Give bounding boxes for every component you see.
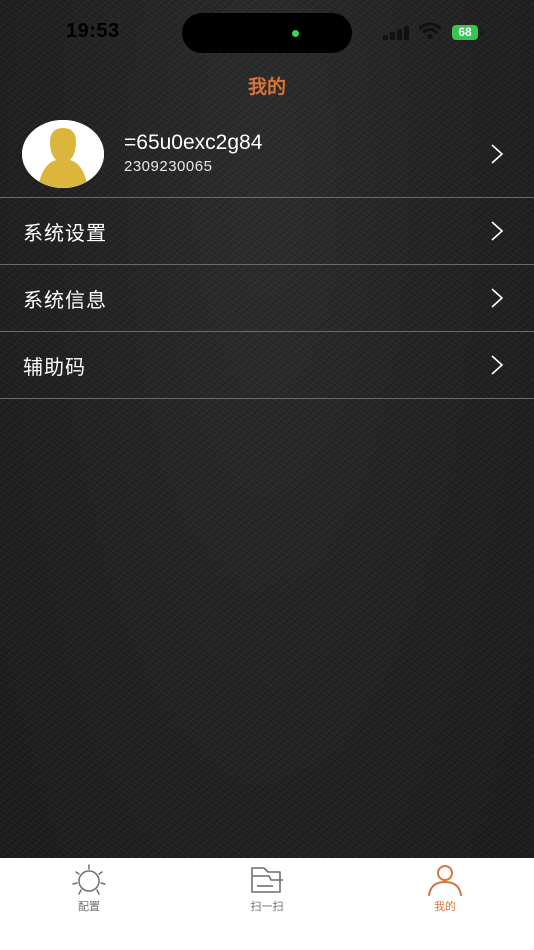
camera-indicator-dot (292, 30, 299, 37)
avatar (22, 120, 104, 188)
scan-icon (251, 867, 283, 893)
person-icon (428, 865, 462, 896)
page-title: 我的 (247, 77, 286, 98)
charging-bolt-icon: ⚡ (478, 28, 486, 40)
tab-label: 我的 (434, 901, 456, 913)
tab-label: 配置 (78, 901, 100, 913)
menu-item-system-info[interactable]: 系统信息 (0, 265, 534, 331)
tab-mine[interactable]: 我的 (385, 858, 505, 928)
menu-item-auxiliary-code[interactable]: 辅助码 (0, 332, 534, 398)
menu-item-system-settings[interactable]: 系统设置 (0, 198, 534, 264)
menu-item-label: 系统信息 (23, 290, 107, 312)
chevron-right-icon (491, 288, 504, 308)
menu-item-label: 系统设置 (23, 223, 107, 245)
tab-config[interactable]: 配置 (29, 858, 149, 928)
tab-bar: 配置 扫一扫 我的 (0, 858, 534, 950)
chevron-right-icon (491, 355, 504, 375)
chevron-right-icon (491, 144, 504, 164)
menu-item-label: 辅助码 (23, 357, 86, 379)
divider (0, 398, 534, 399)
profile-username: =65u0exc2g84 (124, 131, 263, 154)
tab-label: 扫一扫 (250, 901, 284, 913)
status-bar: 19:53 68 ⚡ (0, 0, 534, 66)
default-avatar-icon (22, 120, 104, 188)
tab-scan[interactable]: 扫一扫 (207, 858, 327, 928)
profile-row[interactable]: =65u0exc2g84 2309230065 (0, 113, 534, 197)
profile-user-id: 2309230065 (124, 158, 213, 175)
battery-icon: 68 (452, 25, 478, 40)
sun-gear-icon (72, 864, 106, 895)
cellular-signal-icon (383, 24, 409, 40)
dynamic-island (182, 13, 352, 53)
wifi-icon (419, 22, 441, 39)
status-time: 19:53 (66, 20, 120, 42)
chevron-right-icon (491, 221, 504, 241)
